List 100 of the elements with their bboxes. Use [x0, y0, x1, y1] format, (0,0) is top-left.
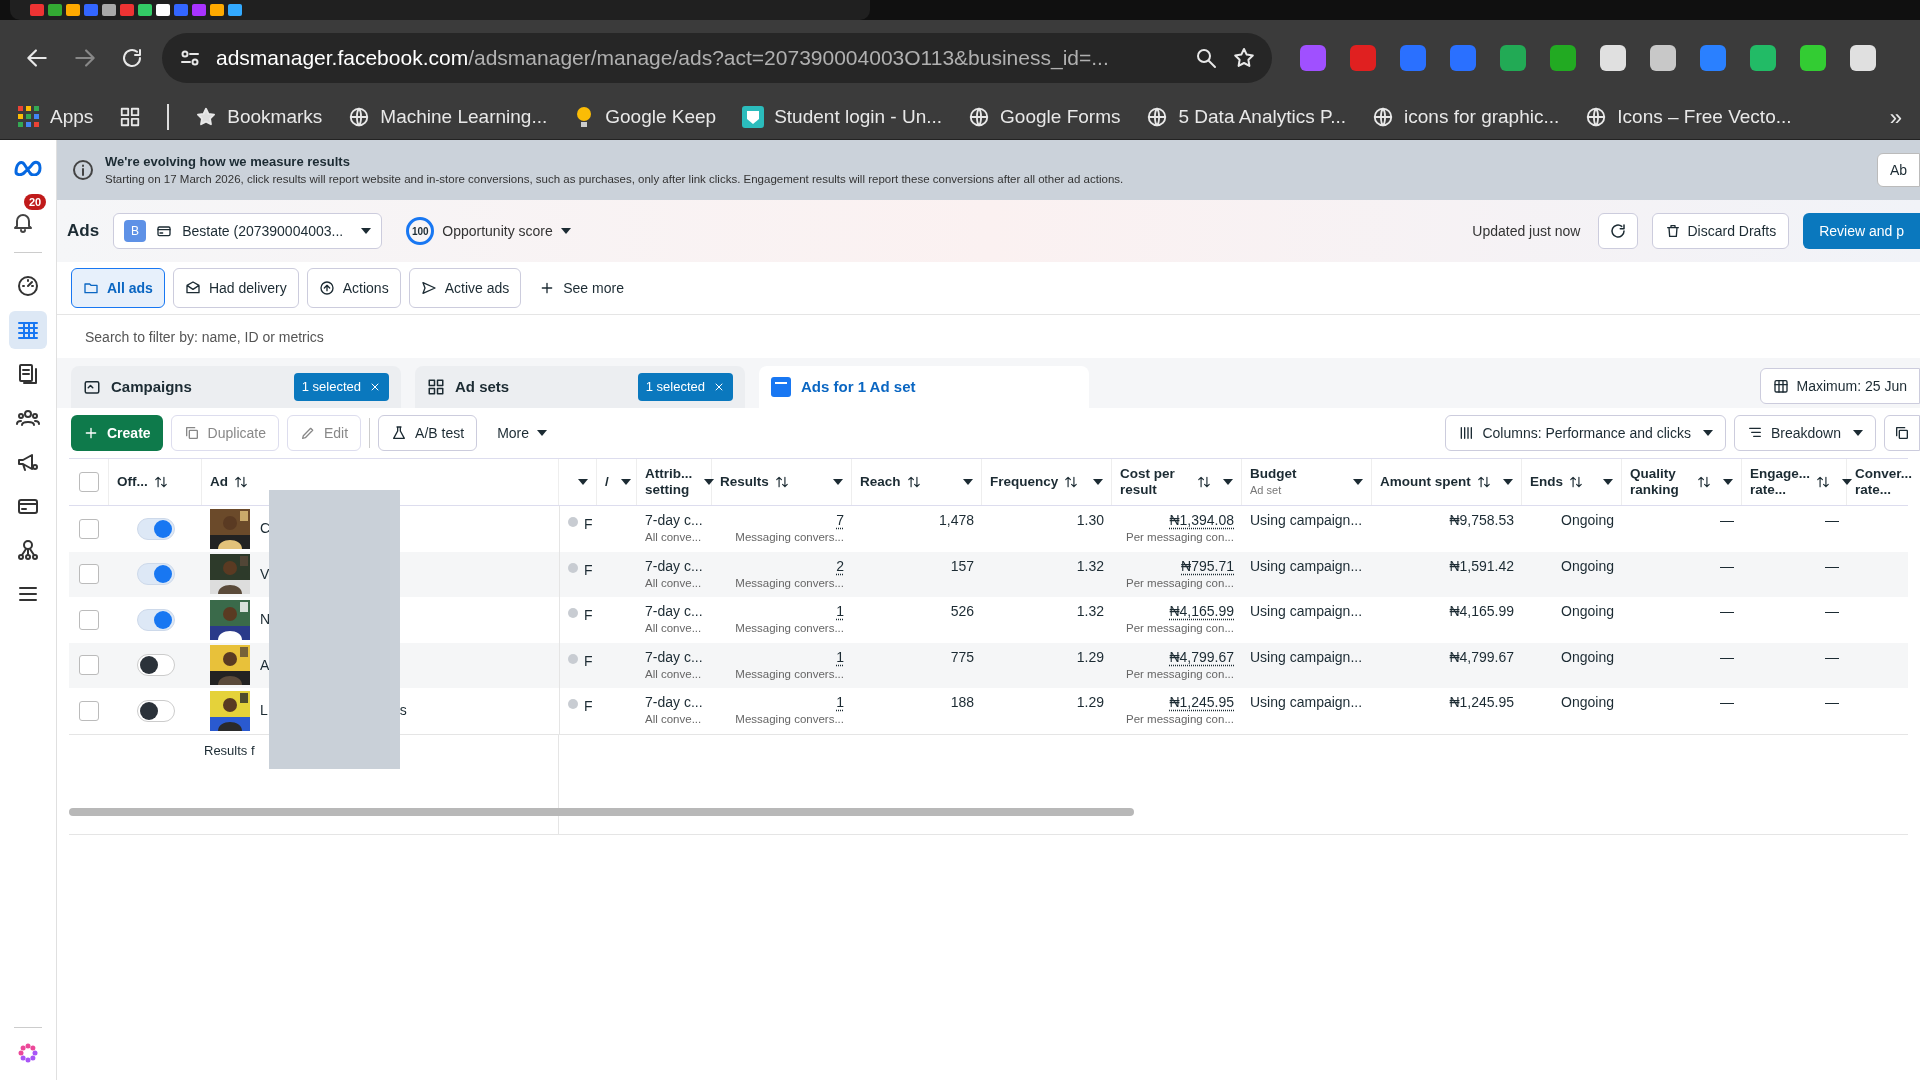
opportunity-score-button[interactable]: 100 Opportunity score [406, 217, 571, 245]
sort-icon[interactable] [234, 475, 248, 489]
results-value[interactable]: 1 [836, 603, 844, 620]
bookmark[interactable]: Student login - Un... [774, 102, 943, 132]
banner-button[interactable]: Ab [1876, 153, 1920, 187]
sort-icon[interactable] [774, 475, 789, 489]
results-value[interactable]: 1 [836, 694, 844, 711]
sort-icon[interactable] [1197, 475, 1211, 489]
star-icon[interactable] [1232, 45, 1256, 70]
cost-per-result-value[interactable]: ₦4,799.67 [1169, 648, 1234, 666]
caret-icon[interactable] [1093, 479, 1103, 485]
column-header[interactable]: Engage... rate... [1750, 466, 1810, 498]
caret-icon[interactable] [833, 479, 843, 485]
review-button[interactable]: Review and p [1803, 213, 1920, 249]
column-header[interactable]: / [605, 474, 609, 490]
ad-name[interactable]: C [260, 518, 271, 540]
row-checkbox[interactable] [79, 700, 99, 721]
extension-icon[interactable] [1650, 44, 1676, 71]
table-icon[interactable] [9, 311, 47, 349]
address-bar[interactable]: adsmanager.facebook.com/adsmanager/manage/ads?act=207390004003O113&business_id=... [162, 32, 1272, 83]
results-value[interactable]: 2 [836, 557, 844, 575]
ad-name[interactable]: N [260, 609, 271, 631]
cost-per-result-value[interactable]: ₦1,245.95 [1169, 694, 1234, 711]
star-icon[interactable] [195, 106, 218, 128]
cost-per-result-value[interactable]: ₦4,165.99 [1169, 603, 1234, 620]
toggle-switch[interactable] [136, 654, 175, 677]
sort-icon[interactable] [1569, 475, 1583, 489]
caret-icon[interactable] [620, 479, 631, 485]
refresh-button[interactable] [1598, 213, 1639, 249]
see-more-button[interactable]: See more [529, 268, 634, 308]
globe-icon[interactable] [1146, 106, 1169, 128]
bookmark[interactable]: icons for graphic... [1404, 102, 1560, 132]
bookmark[interactable]: 5 Data Analytics P... [1178, 102, 1347, 132]
sort-icon[interactable] [1064, 475, 1079, 489]
account-dropdown[interactable]: B Bestate (207390004003... [113, 213, 383, 249]
caret-icon[interactable] [1842, 479, 1852, 485]
caret-icon[interactable] [1723, 479, 1733, 485]
ad-name[interactable]: V [260, 563, 270, 585]
columns-button[interactable]: Columns: Performance and clicks [1445, 415, 1726, 451]
column-header[interactable]: Ends [1530, 474, 1563, 490]
reports-button[interactable] [1884, 415, 1920, 451]
toggle-switch[interactable] [136, 517, 175, 540]
filter-tab[interactable]: Had delivery [172, 268, 299, 308]
level-tab[interactable]: Campaigns 1 selected [71, 366, 401, 408]
row-checkbox[interactable] [79, 609, 99, 630]
selection-chip[interactable]: 1 selected [637, 373, 733, 401]
search-field[interactable]: Search to filter by: name, ID or metrics [57, 314, 1920, 358]
bookmark[interactable]: Icons – Free Vecto... [1617, 102, 1792, 132]
filter-tab[interactable]: Actions [306, 268, 401, 308]
caret-icon[interactable] [1223, 479, 1233, 485]
column-header[interactable]: Cost per result [1120, 466, 1191, 498]
results-value[interactable]: 1 [836, 648, 844, 666]
bookmark[interactable]: Google Forms [1000, 102, 1121, 132]
toggle-switch[interactable] [136, 608, 175, 631]
globe-icon[interactable] [1585, 106, 1608, 128]
globe-icon[interactable] [968, 106, 991, 128]
date-range-button[interactable]: Maximum: 25 Jun [1759, 368, 1920, 404]
caret-icon[interactable] [963, 479, 973, 485]
bookmark[interactable]: Machine Learning... [380, 102, 548, 132]
column-header[interactable]: Ad [210, 474, 228, 490]
row-checkbox[interactable] [79, 518, 99, 539]
sort-icon[interactable] [153, 475, 168, 489]
ad-name[interactable]: A [260, 654, 270, 676]
extension-icon[interactable] [1800, 44, 1826, 71]
column-header[interactable]: Results [720, 474, 769, 490]
globe-icon[interactable] [348, 106, 371, 128]
ab-test-button[interactable]: A/B test [378, 415, 478, 451]
extension-icon[interactable] [1750, 44, 1776, 71]
cost-per-result-value[interactable]: ₦795.71 [1181, 557, 1234, 575]
more-bookmarks-button[interactable]: » [1889, 100, 1902, 134]
level-tab[interactable]: Ad sets 1 selected [415, 366, 745, 408]
close-icon[interactable] [369, 381, 381, 393]
meta-logo-icon[interactable] [13, 158, 43, 176]
horizontal-scrollbar[interactable] [69, 808, 1134, 816]
bookmark[interactable]: Bookmarks [227, 102, 323, 132]
toggle-switch[interactable] [136, 699, 175, 722]
filter-tab[interactable]: All ads [71, 268, 165, 308]
caret-icon[interactable] [578, 479, 588, 485]
column-header[interactable]: Off... [117, 474, 148, 490]
caret-icon[interactable] [1353, 479, 1363, 485]
column-header[interactable]: Budget [1250, 466, 1297, 482]
flower-logo-icon[interactable] [17, 1042, 39, 1064]
create-button[interactable]: Create [71, 415, 163, 451]
cost-per-result-value[interactable]: ₦1,394.08 [1169, 512, 1234, 529]
filter-tab[interactable]: Active ads [408, 268, 522, 308]
caret-icon[interactable] [704, 479, 715, 485]
row-checkbox[interactable] [79, 564, 99, 585]
extension-icon[interactable] [1500, 44, 1526, 71]
sort-icon[interactable] [1476, 475, 1491, 489]
row-checkbox[interactable] [79, 655, 99, 676]
level-tab[interactable]: Ads for 1 Ad set [759, 366, 1089, 408]
apps-grid-icon[interactable] [18, 106, 40, 128]
ad-name[interactable]: L [260, 700, 268, 722]
sort-icon[interactable] [1697, 475, 1711, 489]
discard-drafts-button[interactable]: Discard Drafts [1652, 213, 1790, 249]
column-header[interactable]: Frequency [990, 474, 1059, 490]
extension-icon[interactable] [1600, 44, 1626, 71]
caret-icon[interactable] [1603, 479, 1613, 485]
bookmark[interactable]: Apps [50, 102, 94, 132]
shield-icon[interactable] [742, 106, 765, 128]
